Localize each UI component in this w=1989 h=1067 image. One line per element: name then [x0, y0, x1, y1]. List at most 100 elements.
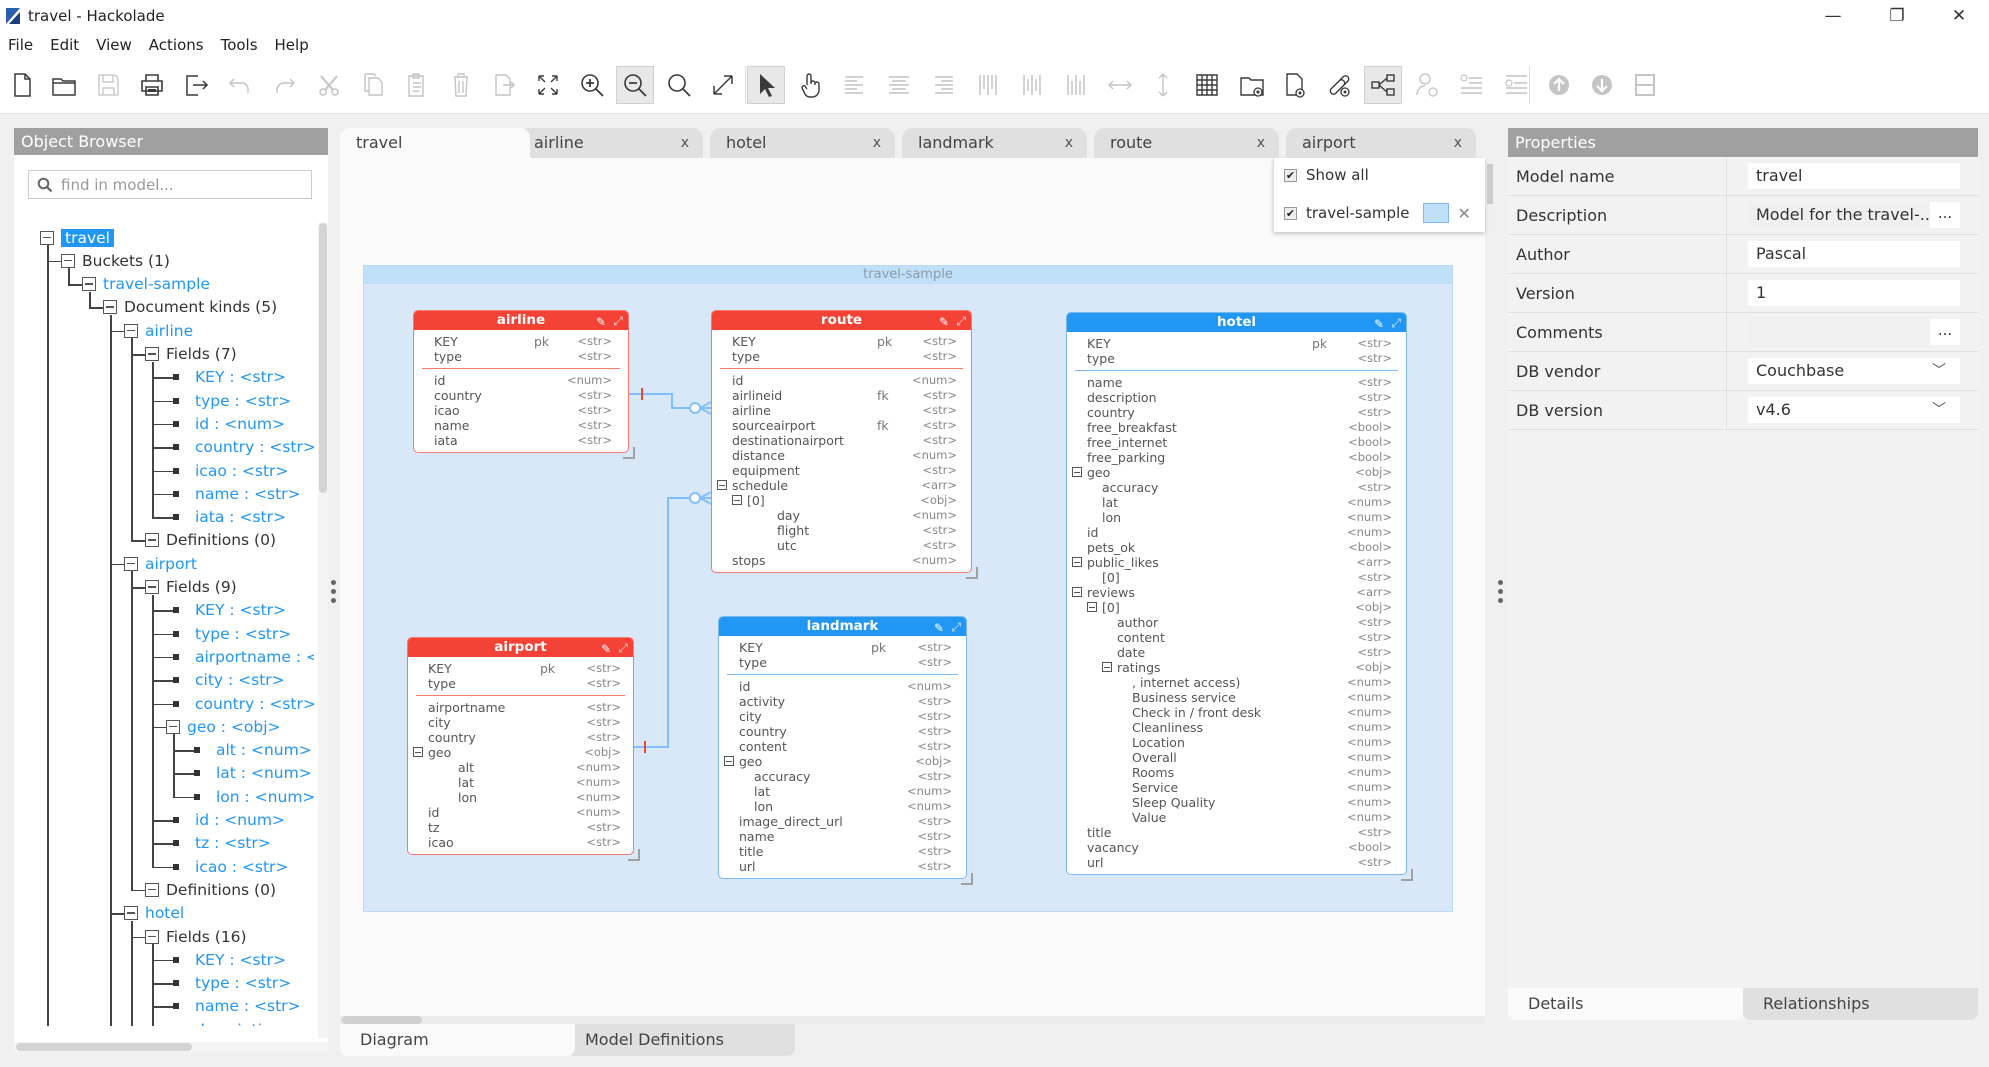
edit-color-icon[interactable]: ✎ [601, 640, 611, 659]
tree-node[interactable]: Fields (9) [145, 576, 237, 599]
entity-header[interactable]: hotel ✎ ⤢ [1067, 313, 1406, 332]
tree-node[interactable]: name : <str> [173, 995, 301, 1018]
tree-node[interactable]: name : <str> [173, 482, 301, 505]
collapse-toggle-icon[interactable] [82, 277, 96, 292]
entity-field[interactable]: Rooms <num> [1087, 765, 1392, 780]
expand-button[interactable] [704, 66, 742, 104]
close-tab-icon[interactable]: x [681, 128, 689, 158]
tree-node[interactable]: id : <num> [173, 412, 285, 435]
expand-entity-icon[interactable]: ⤢ [618, 639, 628, 658]
show-all-option[interactable]: ✔ Show all [1284, 166, 1369, 184]
entity-field[interactable]: public_likes <arr> [1072, 555, 1392, 570]
entity-field[interactable]: icao <str> [434, 403, 612, 418]
entity-field[interactable]: destinationairport <str> [732, 433, 957, 448]
tree-node[interactable]: travel [40, 226, 114, 249]
entity-field[interactable]: id <num> [434, 373, 612, 388]
entity-field[interactable]: type <str> [732, 349, 957, 364]
entity-field[interactable]: airline <str> [732, 403, 957, 418]
entity-field[interactable]: lat <num> [739, 784, 952, 799]
menu-edit[interactable]: Edit [50, 36, 79, 54]
entity-field[interactable]: icao <str> [428, 835, 621, 850]
move-up-button[interactable] [1540, 66, 1578, 104]
collapse-toggle-icon[interactable] [40, 230, 54, 245]
entity-field[interactable]: id <num> [1087, 525, 1392, 540]
tree-node[interactable]: type : <str> [173, 389, 291, 412]
container-color-swatch[interactable] [1423, 203, 1450, 223]
pan-hand-button[interactable] [792, 66, 830, 104]
close-window-button[interactable]: ✕ [1936, 0, 1982, 31]
property-input[interactable]: travel [1748, 163, 1960, 189]
tree-node[interactable]: icao : <str> [173, 459, 288, 482]
entity-field[interactable]: country <str> [434, 388, 612, 403]
entity-field[interactable]: content <str> [1087, 630, 1392, 645]
delete-button[interactable] [442, 66, 480, 104]
entity-field[interactable]: content <str> [739, 739, 952, 754]
add-entity-button[interactable] [1276, 66, 1314, 104]
right-panel-resize-handle[interactable] [1497, 578, 1503, 605]
entity-field[interactable]: utc <str> [732, 538, 957, 553]
distribute-vertical-button[interactable] [1144, 66, 1182, 104]
tree-node[interactable]: description : <str> [173, 1018, 314, 1026]
entity-field[interactable]: distance <num> [732, 448, 957, 463]
tab-airport[interactable]: airport x [1286, 128, 1476, 158]
collapse-toggle-icon[interactable] [166, 719, 180, 734]
entity-field[interactable]: id <num> [428, 805, 621, 820]
restore-button[interactable]: ❐ [1874, 0, 1920, 31]
add-attribute-button[interactable] [1408, 66, 1446, 104]
tree-node[interactable]: airportname : <str> [173, 645, 314, 668]
entity-field[interactable]: country <str> [428, 730, 621, 745]
entity-field[interactable]: KEY pk <str> [428, 661, 621, 676]
entity-field[interactable]: url <str> [1087, 855, 1392, 870]
entity-field[interactable]: KEY pk <str> [739, 640, 952, 655]
zoom-in-button[interactable] [573, 66, 611, 104]
collapse-field-icon[interactable] [1072, 467, 1082, 477]
entity-field[interactable]: description <str> [1087, 390, 1392, 405]
align-middle-button[interactable] [1013, 66, 1051, 104]
duplicate-button[interactable] [486, 66, 524, 104]
tree-node[interactable]: airline [124, 319, 193, 342]
travel-sample-filter-option[interactable]: ✔ travel-sample ✕ [1284, 203, 1479, 223]
entity-resize-handle[interactable] [961, 873, 973, 885]
entity-header[interactable]: airport ✎ ⤢ [408, 638, 633, 657]
find-in-model-input[interactable]: find in model... [28, 170, 312, 199]
entity-resize-handle[interactable] [628, 849, 640, 861]
collapse-toggle-icon[interactable] [124, 323, 138, 338]
entity-field[interactable]: geo <obj> [413, 745, 621, 760]
add-container-button[interactable] [1233, 66, 1271, 104]
entity-field[interactable]: flight <str> [732, 523, 957, 538]
entity-field[interactable]: [0] <str> [1087, 570, 1392, 585]
entity-field[interactable]: Check in / front desk <num> [1087, 705, 1392, 720]
property-value-field[interactable]: Model for the travel-... [1748, 202, 1930, 228]
collapse-toggle-icon[interactable] [145, 347, 159, 361]
entity-field[interactable]: Sleep Quality <num> [1087, 795, 1392, 810]
entity-landmark[interactable]: landmark ✎ ⤢ KEY pk <str> type <str> id <num> acti… [718, 616, 967, 879]
close-tab-icon[interactable]: x [1454, 128, 1462, 158]
entity-airport[interactable]: airport ✎ ⤢ KEY pk <str> type <str> airportname <… [407, 637, 634, 855]
entity-field[interactable]: Value <num> [1087, 810, 1392, 825]
tab-travel[interactable]: travel [340, 128, 530, 158]
entity-field[interactable]: alt <num> [428, 760, 621, 775]
align-bottom-button[interactable] [1057, 66, 1095, 104]
entity-field[interactable]: lon <num> [739, 799, 952, 814]
entity-field[interactable]: type <str> [739, 655, 952, 670]
collapse-field-icon[interactable] [413, 747, 423, 757]
entity-field[interactable]: free_parking <bool> [1087, 450, 1392, 465]
tree-node[interactable]: icao : <str> [173, 855, 288, 878]
tree-node[interactable]: travel-sample [82, 273, 210, 296]
collapse-toggle-icon[interactable] [145, 533, 159, 548]
entity-hotel[interactable]: hotel ✎ ⤢ KEY pk <str> type <str> name <str> descr… [1066, 312, 1407, 875]
collapse-toggle-icon[interactable] [124, 906, 138, 921]
edit-color-icon[interactable]: ✎ [934, 619, 944, 638]
entity-field[interactable]: lat <num> [428, 775, 621, 790]
entity-field[interactable]: [0] <obj> [1087, 600, 1392, 615]
paste-button[interactable] [397, 66, 435, 104]
collapse-field-icon[interactable] [1102, 662, 1112, 672]
travel-sample-checkbox[interactable]: ✔ [1284, 206, 1297, 220]
entity-header[interactable]: airline ✎ ⤢ [414, 311, 628, 330]
tree-node[interactable]: KEY : <str> [173, 366, 286, 389]
tab-landmark[interactable]: landmark x [902, 128, 1087, 158]
entity-field[interactable]: vacancy <bool> [1087, 840, 1392, 855]
entity-field[interactable]: free_internet <bool> [1087, 435, 1392, 450]
tree-node[interactable]: geo : <obj> [166, 715, 281, 738]
entity-header[interactable]: route ✎ ⤢ [712, 311, 971, 330]
